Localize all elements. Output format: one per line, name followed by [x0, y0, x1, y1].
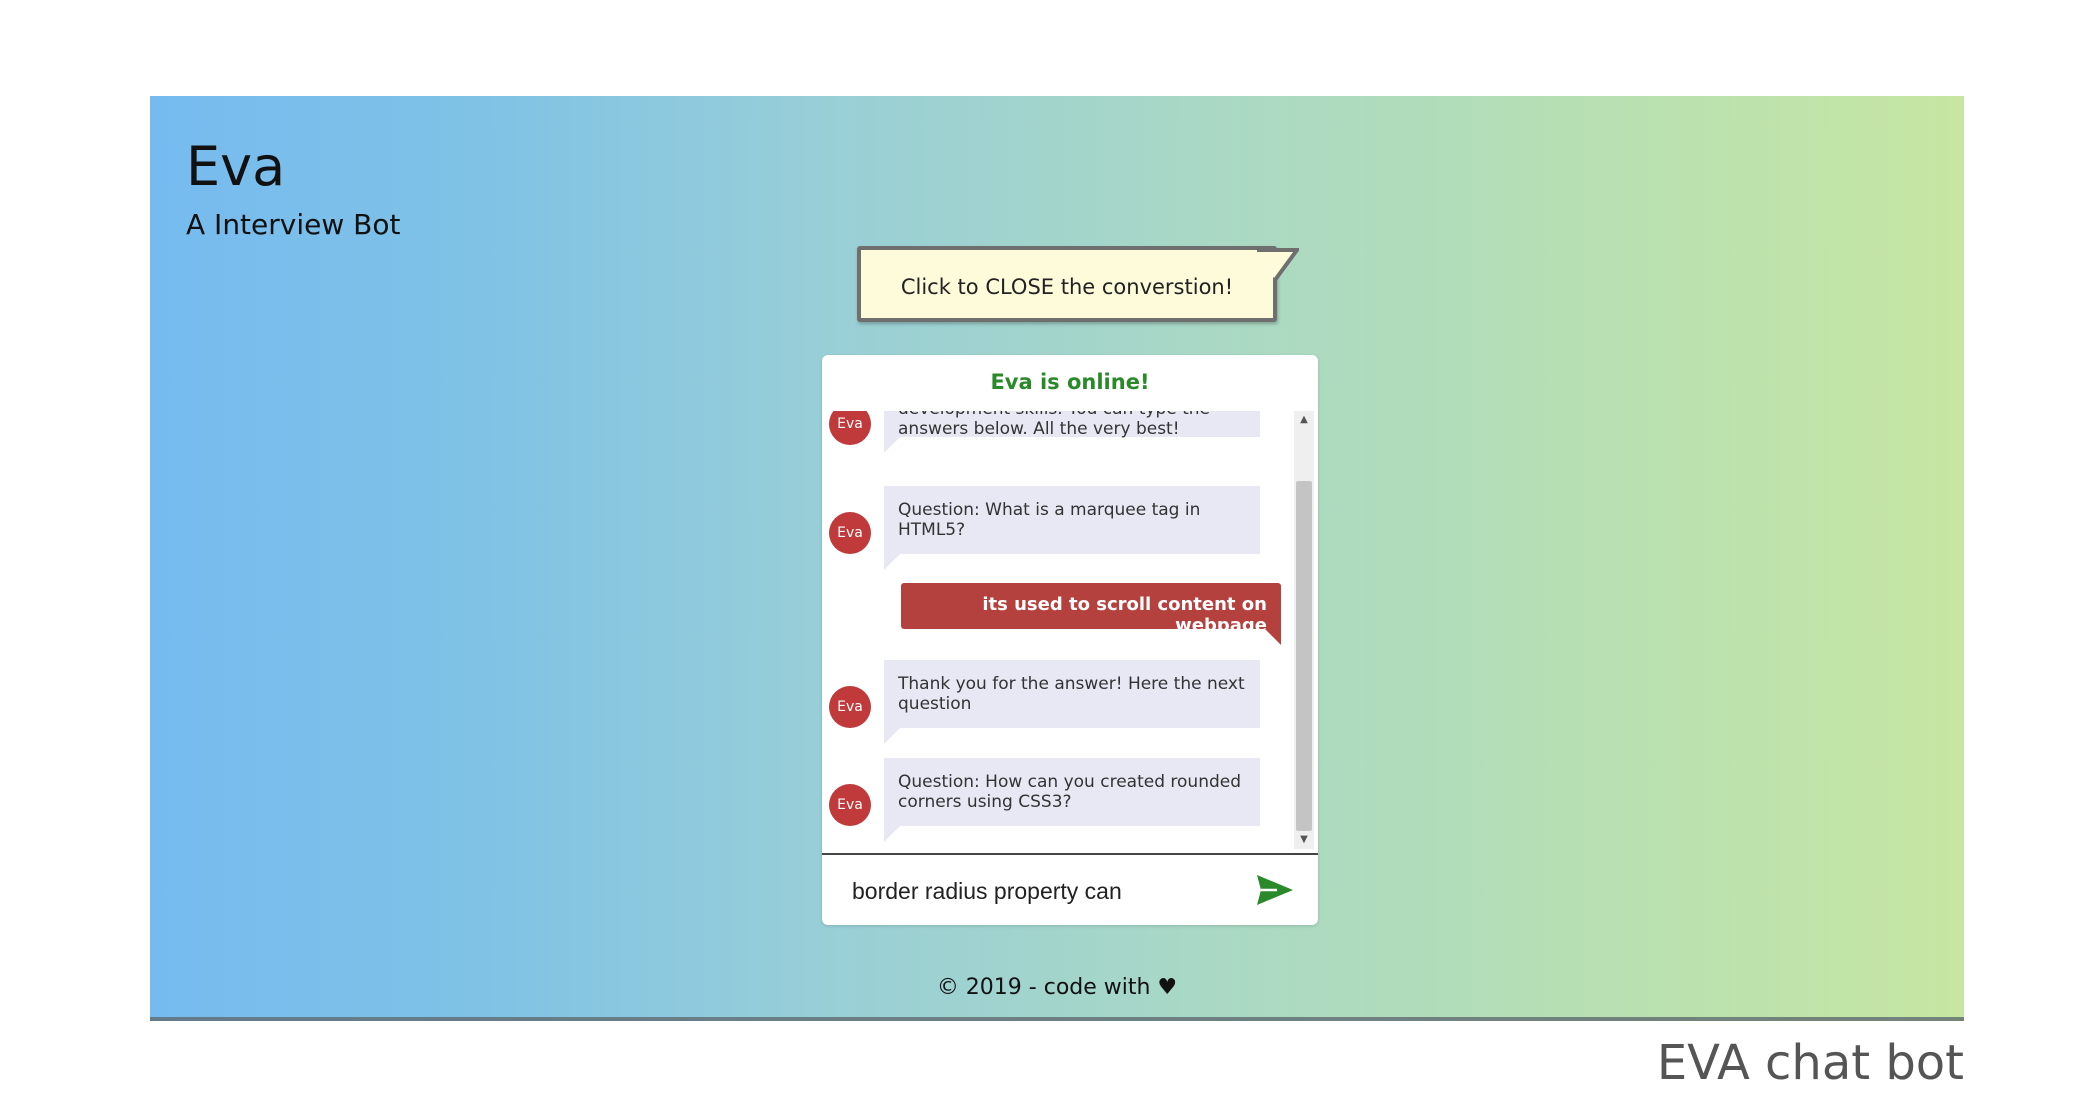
message-text: Question: What is a marquee tag in HTML5… [884, 486, 1260, 570]
app-screen: Eva A Interview Bot Click to CLOSE the c… [150, 96, 1964, 1021]
message-text: Question: How can you created rounded co… [884, 758, 1260, 842]
avatar: Eva [829, 411, 871, 445]
chat-input[interactable] [850, 873, 1254, 909]
avatar: Eva [829, 686, 871, 728]
scroll-down-icon[interactable]: ▼ [1294, 831, 1314, 849]
app-title: Eva [186, 135, 286, 198]
close-conversation-callout[interactable]: Click to CLOSE the converstion! [857, 246, 1299, 322]
scrollbar[interactable]: ▲ ▼ [1294, 411, 1314, 849]
callout-text: Click to CLOSE the converstion! [900, 275, 1234, 299]
scroll-up-icon[interactable]: ▲ [1294, 411, 1314, 429]
message-text: Thank you for the answer! Here the next … [884, 660, 1260, 744]
message-text: development skills. You can type the ans… [884, 411, 1260, 453]
image-caption: EVA chat bot [1656, 1035, 1964, 1091]
footer-text: © 2019 - code with ♥ [936, 975, 1178, 1000]
chat-window: Eva is online! Eva development skills. Y… [822, 355, 1318, 925]
chat-status: Eva is online! [990, 370, 1150, 394]
avatar: Eva [829, 512, 871, 554]
chat-input-row [822, 853, 1318, 925]
message-list[interactable]: Eva development skills. You can type the… [822, 411, 1290, 849]
send-icon[interactable] [1255, 872, 1295, 908]
message-user: its used to scroll content on webpage [901, 583, 1281, 645]
app-subtitle: A Interview Bot [186, 208, 401, 241]
avatar: Eva [829, 784, 871, 826]
scrollbar-thumb[interactable] [1296, 481, 1312, 831]
